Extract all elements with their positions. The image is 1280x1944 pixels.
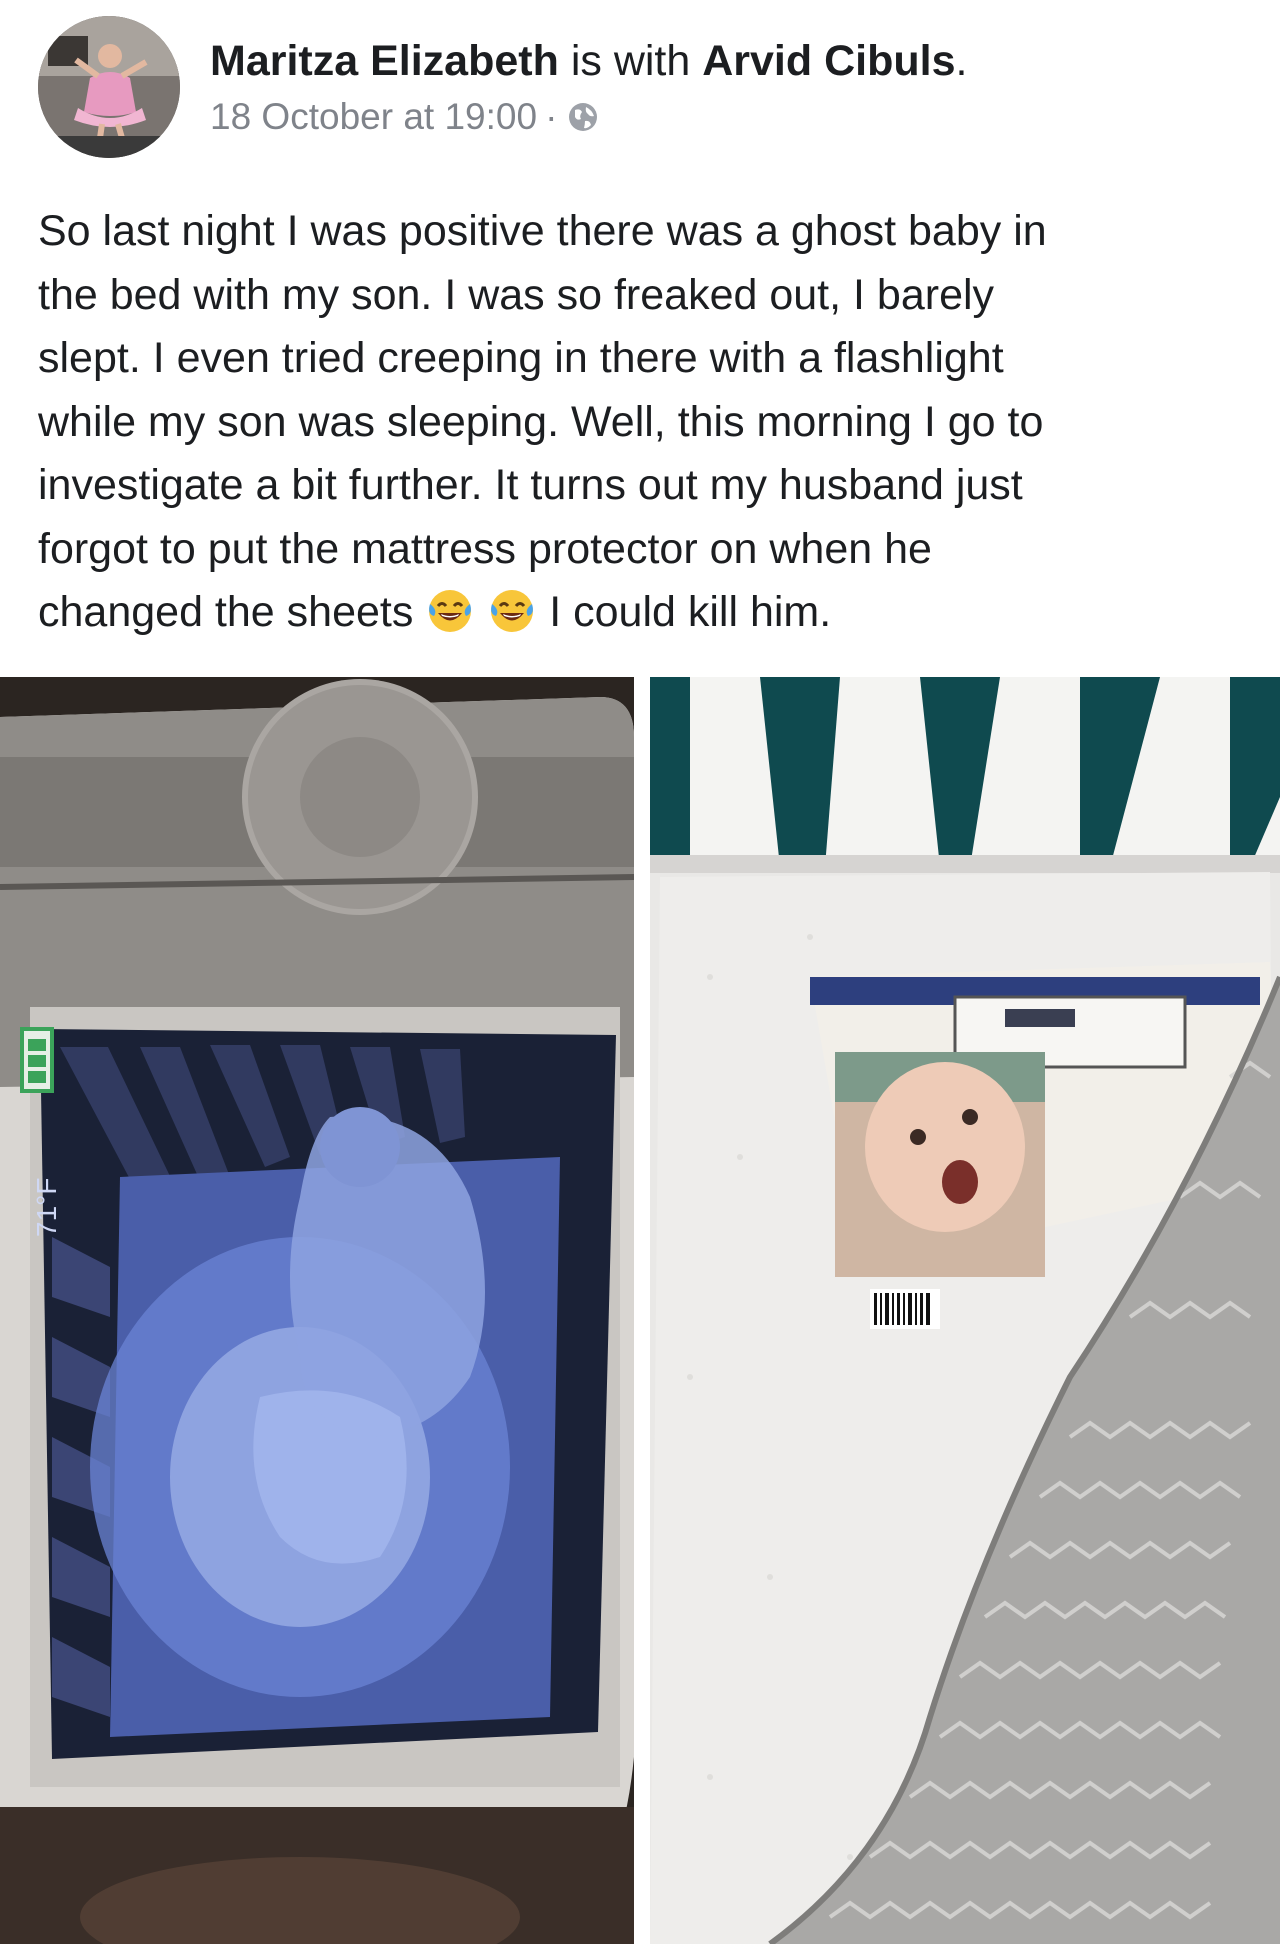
globe-icon[interactable]: [567, 101, 599, 133]
photo-crib-mattress[interactable]: [650, 677, 1280, 1944]
post-text-line: while my son was sleeping. Well, this mo…: [38, 397, 1044, 446]
post-text-line: So last night I was positive there was a…: [38, 207, 1047, 255]
post-text-segment: changed the sheets: [38, 588, 414, 636]
tears-of-joy-emoji-icon: [429, 590, 472, 632]
author-avatar[interactable]: [38, 16, 180, 158]
crib-mattress-image: [650, 677, 1280, 1944]
photo-baby-monitor[interactable]: 71°F: [0, 677, 634, 1944]
author-name[interactable]: Maritza Elizabeth: [210, 37, 559, 85]
post-meta: 18 October at 19:00 ·: [210, 96, 599, 138]
tears-of-joy-emoji-icon: [491, 590, 534, 632]
with-text: is with: [570, 37, 691, 85]
post-text-last-line: changed the sheets I could kill him.: [38, 581, 1248, 645]
post-text-segment: I could kill him.: [549, 588, 832, 636]
monitor-temperature: 71°F: [31, 1178, 62, 1237]
avatar-image: [38, 16, 180, 158]
post-body: So last night I was positive there was a…: [38, 200, 1248, 645]
meta-separator: ·: [545, 96, 558, 137]
post-text-line: slept. I even tried creeping in there wi…: [38, 334, 1004, 382]
post-timestamp[interactable]: 18 October at 19:00: [210, 96, 537, 138]
post-text-line: the bed with my son. I was so freaked ou…: [38, 270, 995, 319]
baby-monitor-image: 71°F: [0, 677, 634, 1944]
post-header: Maritza Elizabeth is with Arvid Cibuls. …: [38, 14, 1238, 164]
period: .: [955, 37, 968, 85]
tagged-name[interactable]: Arvid Cibuls: [702, 37, 955, 85]
post-text-line: forgot to put the mattress protector on …: [38, 524, 932, 573]
author-line: Maritza Elizabeth is with Arvid Cibuls.: [210, 36, 967, 86]
post-text-line: investigate a bit further. It turns out …: [38, 461, 1023, 509]
photo-grid: 71°F: [0, 677, 1280, 1944]
